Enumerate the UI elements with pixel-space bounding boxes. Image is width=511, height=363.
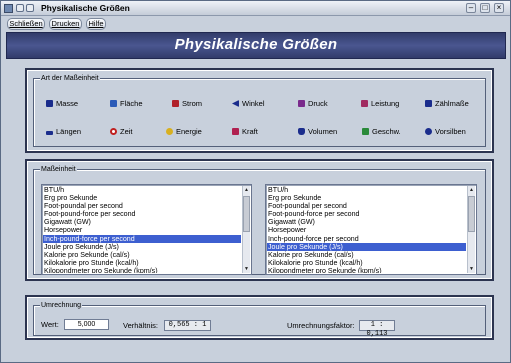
area-icon bbox=[110, 100, 117, 107]
weight-icon bbox=[46, 100, 53, 107]
close-button[interactable]: × bbox=[494, 3, 504, 13]
list-item[interactable]: Kalorie pro Sekunde (cal/s) bbox=[267, 251, 466, 259]
target-unit-list[interactable]: BTU/h Erg pro Sekunde Foot-poundal per sec… bbox=[265, 184, 477, 275]
source-scrollbar[interactable]: ▲ ▼ bbox=[242, 186, 250, 273]
volume-icon bbox=[298, 128, 305, 135]
list-item[interactable]: Kilokalorie pro Stunde (kcal/h) bbox=[267, 259, 466, 267]
conversion-panel: Umrechnung Wert: 5,000 Verhältnis: 0,565… bbox=[25, 295, 494, 340]
page-header: Physikalische Größen bbox=[6, 32, 506, 59]
unit-vorsilben-button[interactable]: Vorsilben bbox=[425, 126, 466, 138]
app-icon bbox=[4, 4, 13, 13]
target-scrollbar[interactable]: ▲ ▼ bbox=[467, 186, 475, 273]
scroll-down-icon[interactable]: ▼ bbox=[468, 265, 475, 273]
restore-dot-icon[interactable] bbox=[26, 4, 34, 12]
unit-panel: Maßeinheit BTU/h Erg pro Sekunde Foot-poun… bbox=[25, 159, 494, 281]
current-icon bbox=[172, 100, 179, 107]
list-item[interactable]: Foot-poundal per second bbox=[267, 202, 466, 210]
list-item[interactable]: Erg pro Sekunde bbox=[267, 194, 466, 202]
prefix-icon bbox=[425, 128, 432, 135]
source-unit-list[interactable]: BTU/h Erg pro Sekunde Foot-poundal per sec… bbox=[41, 184, 252, 275]
unit-geschw-button[interactable]: Geschw. bbox=[362, 126, 401, 138]
list-item[interactable]: Gigawatt (GW) bbox=[267, 218, 466, 226]
list-item[interactable]: Horsepower bbox=[267, 226, 466, 234]
unit-legend: Maßeinheit bbox=[40, 165, 77, 174]
list-item[interactable]: Gigawatt (GW) bbox=[43, 218, 241, 226]
unit-masse-button[interactable]: Masse bbox=[46, 98, 78, 110]
title-bar: Physikalische Größen – □ × bbox=[1, 1, 510, 16]
pressure-icon bbox=[298, 100, 305, 107]
list-item[interactable]: Inch-pound-force per second bbox=[267, 235, 466, 243]
unit-flaeche-button[interactable]: Fläche bbox=[110, 98, 143, 110]
counting-icon bbox=[425, 100, 432, 107]
scroll-down-icon[interactable]: ▼ bbox=[243, 265, 250, 273]
value-input[interactable]: 5,000 bbox=[64, 319, 109, 330]
list-item[interactable]: Kilopondmeter pro Sekunde (kpm/s) bbox=[43, 267, 241, 273]
unit-type-group: Art der Maßeinheit Masse Fläche Strom Wi… bbox=[33, 74, 486, 147]
scroll-up-icon[interactable]: ▲ bbox=[468, 186, 475, 194]
conversion-legend: Umrechnung bbox=[40, 301, 83, 310]
list-item[interactable]: Horsepower bbox=[43, 226, 241, 234]
bulb-icon bbox=[166, 128, 173, 135]
angle-icon bbox=[232, 100, 239, 107]
unit-strom-button[interactable]: Strom bbox=[172, 98, 202, 110]
unit-leistung-button[interactable]: Leistung bbox=[361, 98, 399, 110]
power-icon bbox=[361, 100, 368, 107]
list-item[interactable]: BTU/h bbox=[43, 186, 241, 194]
list-item[interactable]: Foot-poundal per second bbox=[43, 202, 241, 210]
app-window: Physikalische Größen – □ × Schließen Dru… bbox=[0, 0, 511, 363]
conversion-group: Umrechnung Wert: 5,000 Verhältnis: 0,565… bbox=[33, 301, 486, 338]
unit-volumen-button[interactable]: Volumen bbox=[298, 126, 337, 138]
list-item[interactable]: Kilopondmeter pro Sekunde (kpm/s) bbox=[267, 267, 466, 273]
maximize-button[interactable]: □ bbox=[480, 3, 490, 13]
unit-type-legend: Art der Maßeinheit bbox=[40, 74, 100, 83]
list-item[interactable]: Foot-pound-force per second bbox=[267, 210, 466, 218]
ratio-label: Verhältnis: bbox=[123, 321, 159, 330]
factor-value: 1 : 0,113 bbox=[359, 320, 395, 338]
scroll-thumb[interactable] bbox=[468, 196, 475, 232]
ratio-value: 0,565 : 1 bbox=[164, 320, 211, 331]
list-item[interactable]: BTU/h bbox=[267, 186, 466, 194]
unit-type-panel: Art der Maßeinheit Masse Fläche Strom Wi… bbox=[25, 68, 494, 153]
unit-zeit-button[interactable]: Zeit bbox=[110, 126, 133, 138]
window-title: Physikalische Größen bbox=[41, 3, 130, 13]
list-item[interactable]: Kilokalorie pro Stunde (kcal/h) bbox=[43, 259, 241, 267]
list-item[interactable]: Inch-pound-force per second bbox=[43, 234, 241, 243]
clock-icon bbox=[110, 128, 117, 135]
list-item[interactable]: Joule pro Sekunde (J/s) bbox=[43, 243, 241, 251]
list-item[interactable]: Erg pro Sekunde bbox=[43, 194, 241, 202]
unit-druck-button[interactable]: Druck bbox=[298, 98, 328, 110]
close-menu-button[interactable]: Schließen bbox=[7, 18, 45, 30]
scroll-up-icon[interactable]: ▲ bbox=[243, 186, 250, 194]
unit-group: Maßeinheit BTU/h Erg pro Sekunde Foot-poun… bbox=[33, 165, 486, 275]
list-item[interactable]: Foot-pound-force per second bbox=[43, 210, 241, 218]
page-title: Physikalische Größen bbox=[174, 36, 338, 53]
unit-laengen-button[interactable]: Längen bbox=[46, 126, 81, 138]
ruler-icon bbox=[46, 131, 53, 135]
print-menu-button[interactable]: Drucken bbox=[49, 18, 82, 30]
minimize-dot-icon[interactable] bbox=[16, 4, 24, 12]
list-item[interactable]: Joule pro Sekunde (J/s) bbox=[267, 242, 466, 251]
factor-label: Umrechnungsfaktor: bbox=[287, 321, 355, 330]
list-item[interactable]: Kalorie pro Sekunde (cal/s) bbox=[43, 251, 241, 259]
force-icon bbox=[232, 128, 239, 135]
unit-kraft-button[interactable]: Kraft bbox=[232, 126, 258, 138]
scroll-thumb[interactable] bbox=[243, 196, 250, 232]
help-menu-button[interactable]: Hilfe bbox=[86, 18, 106, 30]
target-unit-items: BTU/h Erg pro Sekunde Foot-poundal per sec… bbox=[267, 186, 466, 273]
value-label: Wert: bbox=[41, 320, 59, 329]
unit-energie-button[interactable]: Energie bbox=[166, 126, 202, 138]
unit-winkel-button[interactable]: Winkel bbox=[232, 98, 265, 110]
minimize-button[interactable]: – bbox=[466, 3, 476, 13]
speed-icon bbox=[362, 128, 369, 135]
source-unit-items: BTU/h Erg pro Sekunde Foot-poundal per sec… bbox=[43, 186, 241, 273]
unit-zaehlmasse-button[interactable]: Zählmaße bbox=[425, 98, 469, 110]
